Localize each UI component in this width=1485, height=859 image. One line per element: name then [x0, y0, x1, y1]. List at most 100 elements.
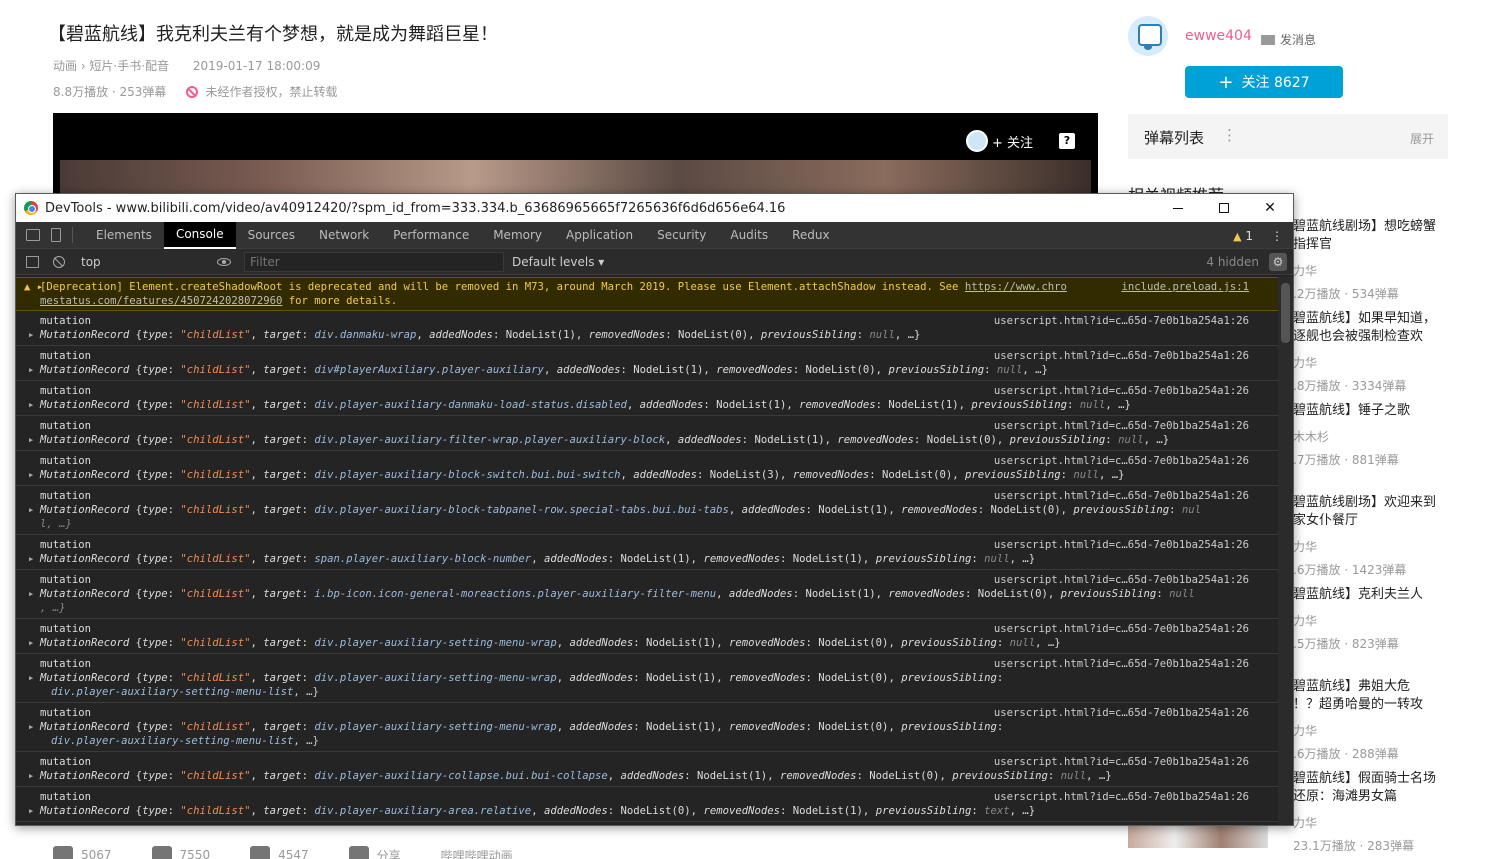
console-entry[interactable]: mutation userscript.html?id=c…65d-7e0b1ba…	[16, 381, 1279, 416]
send-message-link[interactable]: 发消息	[1261, 31, 1316, 48]
recommend-title[interactable]: 碧蓝航线】弗姐大危 ！？超勇哈曼的一转攻	[1293, 678, 1483, 714]
console-entry[interactable]: mutation userscript.html?id=c…65d-7e0b1ba…	[16, 619, 1279, 654]
console-entry[interactable]: mutation userscript.html?id=c…65d-7e0b1ba…	[16, 311, 1279, 346]
recommend-title[interactable]: 碧蓝航线】假面骑士名场 还原：海滩男女篇	[1293, 770, 1483, 806]
console-entry[interactable]: mutation userscript.html?id=c…65d-7e0b1ba…	[16, 486, 1279, 535]
tab-elements[interactable]: Elements	[84, 222, 164, 249]
recommend-uploader[interactable]: 力华	[1293, 262, 1483, 279]
mutation-record[interactable]: MutationRecord {type: "childList", targe…	[29, 769, 1249, 783]
mutation-record[interactable]: MutationRecord {type: "childList", targe…	[29, 671, 1249, 685]
wrap-selector[interactable]: div.player-auxiliary-setting-menu-list	[51, 686, 293, 698]
mutation-record[interactable]: MutationRecord {type: "childList", targe…	[29, 363, 1249, 377]
favorite-button[interactable]: 4547	[250, 846, 309, 859]
mutation-record[interactable]: MutationRecord {type: "childList", targe…	[29, 328, 1249, 342]
mutation-record[interactable]: MutationRecord {type: "childList", targe…	[29, 433, 1249, 447]
source-link[interactable]: userscript.html?id=c…65d-7e0b1ba254a1:26	[994, 657, 1249, 671]
coin-button[interactable]: 7550	[151, 846, 210, 859]
player-follow-button[interactable]: + 关注	[966, 130, 1033, 152]
target-selector[interactable]: div.player-auxiliary-setting-menu-wrap	[314, 637, 556, 649]
recommend-item[interactable]: 碧蓝航线】克利夫兰人 力华 .5万播放 · 823弹幕	[1293, 586, 1483, 652]
deprecation-warning[interactable]: ▲ ▸ [Deprecation] Element.createShadowRo…	[16, 277, 1279, 311]
context-selector[interactable]: top	[81, 255, 201, 269]
recommend-title[interactable]: 碧蓝航线剧场】想吃螃蟹 指挥官	[1293, 218, 1483, 254]
like-button[interactable]: 5067	[53, 846, 112, 859]
tab-sources[interactable]: Sources	[236, 222, 307, 249]
inspect-element-icon[interactable]	[26, 229, 40, 241]
mutation-record[interactable]: MutationRecord {type: "childList", targe…	[29, 398, 1249, 412]
recommend-uploader[interactable]: 力华	[1293, 814, 1483, 831]
target-selector[interactable]: div#playerAuxiliary.player-auxiliary	[314, 364, 544, 376]
mutation-record[interactable]: MutationRecord {type: "childList", targe…	[29, 468, 1249, 482]
recommend-item[interactable]: 碧蓝航线剧场】想吃螃蟹 指挥官 力华 .2万播放 · 534弹幕	[1293, 218, 1483, 302]
source-link[interactable]: userscript.html?id=c…65d-7e0b1ba254a1:26	[994, 454, 1249, 468]
mutation-record[interactable]: MutationRecord {type: "childList", targe…	[29, 636, 1249, 650]
category-breadcrumb[interactable]: 动画 › 短片·手书·配音	[53, 59, 169, 73]
customize-menu-icon[interactable]: ⋮	[1271, 229, 1283, 243]
tab-console[interactable]: Console	[163, 221, 236, 249]
mutation-record[interactable]: MutationRecord {type: "childList", targe…	[29, 720, 1249, 734]
recommend-uploader[interactable]: 力华	[1293, 722, 1483, 739]
video-player[interactable]: + 关注 ?	[53, 113, 1098, 203]
console-entry[interactable]: mutation userscript.html?id=c…65d-7e0b1ba…	[16, 346, 1279, 381]
console-entry[interactable]: mutation userscript.html?id=c…65d-7e0b1ba…	[16, 535, 1279, 570]
target-selector[interactable]: div.player-auxiliary-setting-menu-wrap	[314, 672, 556, 684]
warning-link-cont[interactable]: mestatus.com/features/4507242028072960	[40, 295, 282, 307]
tab-application[interactable]: Application	[554, 222, 645, 249]
console-entry[interactable]: mutation userscript.html?id=c…65d-7e0b1ba…	[16, 703, 1279, 752]
wrap-selector[interactable]: div.player-auxiliary-setting-menu-list	[51, 735, 293, 747]
devtools-titlebar[interactable]: DevTools - www.bilibili.com/video/av4091…	[16, 194, 1293, 222]
source-link[interactable]: userscript.html?id=c…65d-7e0b1ba254a1:26	[994, 622, 1249, 636]
recommend-uploader[interactable]: 木木杉	[1293, 428, 1483, 445]
source-link[interactable]: userscript.html?id=c…65d-7e0b1ba254a1:26	[994, 349, 1249, 363]
console-entry[interactable]: mutation userscript.html?id=c…65d-7e0b1ba…	[16, 654, 1279, 703]
minimize-button[interactable]	[1155, 194, 1201, 222]
console-filter-input[interactable]	[244, 251, 504, 272]
console-entry[interactable]: mutation userscript.html?id=c…65d-7e0b1ba…	[16, 787, 1279, 822]
tab-memory[interactable]: Memory	[481, 222, 554, 249]
gear-icon[interactable]: ⚙	[1269, 252, 1287, 271]
source-link[interactable]: userscript.html?id=c…65d-7e0b1ba254a1:26	[994, 755, 1249, 769]
device-toolbar-icon[interactable]	[51, 228, 61, 242]
recommend-title[interactable]: 碧蓝航线】克利夫兰人	[1293, 586, 1483, 604]
source-link[interactable]: userscript.html?id=c…65d-7e0b1ba254a1:26	[994, 419, 1249, 433]
source-link[interactable]: userscript.html?id=c…65d-7e0b1ba254a1:26	[994, 790, 1249, 804]
tab-security[interactable]: Security	[645, 222, 718, 249]
share-button[interactable]: 分享	[348, 846, 401, 859]
recommend-title[interactable]: 碧蓝航线剧场】欢迎来到 家女仆餐厅	[1293, 494, 1483, 530]
target-selector[interactable]: div.player-auxiliary-block-tabpanel-row.…	[314, 504, 729, 516]
live-expression-eye-icon[interactable]	[217, 257, 231, 266]
clear-console-icon[interactable]	[53, 255, 65, 268]
source-link[interactable]: userscript.html?id=c…65d-7e0b1ba254a1:26	[994, 706, 1249, 720]
console-scrollbar[interactable]	[1278, 277, 1293, 825]
console-entry[interactable]: mutation userscript.html?id=c…65d-7e0b1ba…	[16, 752, 1279, 787]
tab-audits[interactable]: Audits	[718, 222, 780, 249]
tab-performance[interactable]: Performance	[381, 222, 481, 249]
tab-network[interactable]: Network	[307, 222, 381, 249]
target-selector[interactable]: div.player-auxiliary-collapse.bui.bui-co…	[314, 770, 607, 782]
console-entry[interactable]: mutation userscript.html?id=c…65d-7e0b1ba…	[16, 416, 1279, 451]
source-link[interactable]: userscript.html?id=c…65d-7e0b1ba254a1:26	[994, 489, 1249, 503]
recommend-item[interactable]: 碧蓝航线】锤子之歌 木木杉 .7万播放 · 881弹幕	[1293, 402, 1483, 468]
recommend-title[interactable]: 碧蓝航线】如果早知道， 逐舰也会被强制检查欢	[1293, 310, 1483, 346]
source-link[interactable]: userscript.html?id=c…65d-7e0b1ba254a1:26	[994, 538, 1249, 552]
tab-redux[interactable]: Redux	[780, 222, 842, 249]
recommend-title[interactable]: 碧蓝航线】锤子之歌	[1293, 402, 1483, 420]
source-link[interactable]: include.preload.js:1	[1121, 280, 1249, 294]
source-link[interactable]: userscript.html?id=c…65d-7e0b1ba254a1:26	[994, 384, 1249, 398]
source-link[interactable]: userscript.html?id=c…65d-7e0b1ba254a1:26	[994, 573, 1249, 587]
source-link[interactable]: userscript.html?id=c…65d-7e0b1ba254a1:26	[994, 314, 1249, 328]
recommend-uploader[interactable]: 力华	[1293, 612, 1483, 629]
mutation-record[interactable]: MutationRecord {type: "childList", targe…	[29, 552, 1249, 566]
target-selector[interactable]: div.player-auxiliary-setting-menu-wrap	[314, 721, 556, 733]
target-selector[interactable]: div.player-auxiliary-area.relative	[314, 805, 531, 817]
target-selector[interactable]: div.player-auxiliary-block-switch.bui.bu…	[314, 469, 620, 481]
mutation-record[interactable]: MutationRecord {type: "childList", targe…	[29, 587, 1249, 601]
follow-button[interactable]: + 关注 8627	[1185, 66, 1343, 98]
mutation-record[interactable]: MutationRecord {type: "childList", targe…	[29, 804, 1249, 818]
recommend-uploader[interactable]: 力华	[1293, 538, 1483, 555]
console-entry[interactable]: mutation userscript.html?id=c…65d-7e0b1ba…	[16, 451, 1279, 486]
mutation-record[interactable]: MutationRecord {type: "childList", targe…	[29, 503, 1249, 517]
help-icon[interactable]: ?	[1059, 133, 1075, 149]
uploader-name[interactable]: ewwe404	[1185, 28, 1252, 44]
danmaku-list-panel[interactable]: 弹幕列表 ⋮ 展开	[1128, 114, 1448, 159]
